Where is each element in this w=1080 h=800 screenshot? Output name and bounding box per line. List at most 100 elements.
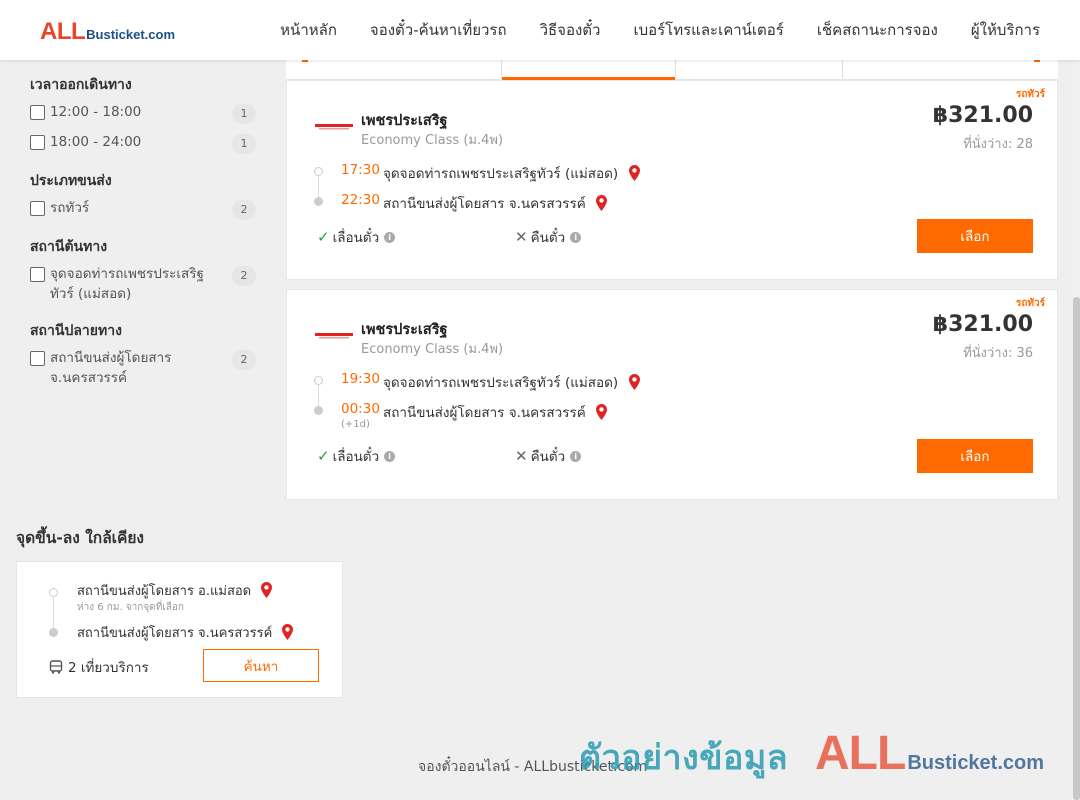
filter-title-origin: สถานีต้นทาง (30, 239, 108, 255)
arrival-dot (314, 406, 323, 415)
filter-label: จุดจอดท่ารถเพชรประเสริฐทัวร์ (แม่สอด) (50, 266, 204, 302)
sort-tab-divider (675, 60, 676, 78)
select-trip-button[interactable]: เลือก (917, 439, 1033, 473)
departure-dot (314, 167, 323, 176)
map-pin-icon[interactable] (596, 195, 608, 211)
site-logo[interactable]: ALL Busticket.com (40, 18, 175, 46)
arrival-time: 00:30 (341, 401, 380, 417)
map-pin-icon[interactable] (628, 165, 640, 181)
departure-dot (49, 588, 58, 597)
scrollbar-thumb[interactable] (1073, 297, 1080, 800)
cross-icon: ✕ (515, 228, 528, 246)
filter-checkbox[interactable] (30, 351, 45, 366)
cross-icon: ✕ (515, 447, 528, 465)
reschedule-policy[interactable]: ✓ เลื่อนตั๋ว i (317, 226, 396, 248)
seats-available: ที่นั่งว่าง: 36 (963, 346, 1033, 361)
nearby-to-stop[interactable]: สถานีขนส่งผู้โดยสาร จ.นครสวรรค์ (77, 622, 294, 643)
filter-label: 12:00 - 18:00 (50, 104, 142, 120)
operator-logo-icon (315, 124, 353, 130)
watermark-logo: ALL Busticket.com (815, 726, 1044, 781)
reschedule-label: เลื่อนตั๋ว (332, 449, 380, 465)
check-icon: ✓ (317, 228, 330, 246)
watermark-logo-busticket: Busticket.com (907, 752, 1045, 774)
map-pin-icon[interactable] (596, 404, 608, 420)
select-trip-button[interactable]: เลือก (917, 219, 1033, 253)
bus-class: Economy Class (ม.4พ) (361, 342, 504, 357)
watermark-logo-all: ALL (815, 727, 906, 780)
nav-phone-counter[interactable]: เบอร์โทรและเคาน์เตอร์ (633, 18, 783, 42)
filter-checkbox[interactable] (30, 135, 45, 150)
departure-stop-name: จุดจอดท่ารถเพชรประเสริฐทัวร์ (แม่สอด) (383, 375, 619, 391)
info-icon[interactable]: i (570, 231, 582, 243)
bus-class: Economy Class (ม.4พ) (361, 133, 504, 148)
map-pin-icon[interactable] (628, 374, 640, 390)
refund-policy[interactable]: ✕ คืนตั๋ว i (515, 226, 582, 248)
sort-tab-divider (501, 60, 502, 78)
filter-checkbox[interactable] (30, 201, 45, 216)
nav-how-to-book[interactable]: วิธีจองตั๋ว (540, 18, 601, 42)
nearby-search-button[interactable]: ค้นหา (203, 649, 319, 682)
filter-option[interactable]: สถานีขนส่งผู้โดยสาร จ.นครสวรรค์ 2 (30, 348, 256, 388)
arrival-stop[interactable]: สถานีขนส่งผู้โดยสาร จ.นครสวรรค์ (383, 401, 608, 423)
site-header: ALL Busticket.com หน้าหลัก จองตั๋ว-ค้นหา… (0, 0, 1080, 60)
filter-option[interactable]: 18:00 - 24:00 1 (30, 132, 256, 154)
info-icon[interactable]: i (570, 450, 582, 462)
filter-count: 1 (232, 134, 256, 154)
nearby-trip-count: 2 เที่ยวบริการ (49, 656, 149, 678)
main-nav: หน้าหลัก จองตั๋ว-ค้นหาเที่ยวรถ วิธีจองตั… (280, 0, 1040, 60)
departure-dot (314, 376, 323, 385)
filter-count: 1 (232, 104, 256, 124)
next-day-indicator: (+1d) (341, 419, 370, 430)
map-pin-icon[interactable] (261, 582, 273, 598)
logo-all: ALL (40, 18, 86, 45)
filter-count: 2 (232, 200, 256, 220)
arrival-stop[interactable]: สถานีขนส่งผู้โดยสาร จ.นครสวรรค์ (383, 192, 608, 214)
arrival-dot (314, 197, 323, 206)
filter-count: 2 (232, 350, 256, 370)
logo-busticket: Busticket.com (86, 27, 176, 42)
filter-option[interactable]: รถทัวร์ 2 (30, 198, 256, 220)
reschedule-label: เลื่อนตั๋ว (332, 230, 380, 246)
arrival-dot (49, 628, 58, 637)
refund-label: คืนตั๋ว (530, 449, 566, 465)
nav-book-search[interactable]: จองตั๋ว-ค้นหาเที่ยวรถ (370, 18, 507, 42)
departure-stop[interactable]: จุดจอดท่ารถเพชรประเสริฐทัวร์ (แม่สอด) (383, 371, 640, 393)
filter-checkbox[interactable] (30, 105, 45, 120)
nearby-from-stop[interactable]: สถานีขนส่งผู้โดยสาร อ.แม่สอด (77, 580, 273, 601)
nav-operators[interactable]: ผู้ให้บริการ (971, 18, 1040, 42)
nearby-distance: ห่าง 6 กม. จากจุดที่เลือก (77, 602, 184, 613)
transport-type-tag: รถทัวร์ (1015, 298, 1045, 309)
departure-stop-name: จุดจอดท่ารถเพชรประเสริฐทัวร์ (แม่สอด) (383, 166, 619, 182)
operator-logo-icon (315, 333, 353, 339)
nav-check-booking[interactable]: เช็คสถานะการจอง (817, 18, 938, 42)
info-icon[interactable]: i (384, 450, 396, 462)
sort-tabs[interactable] (286, 58, 1058, 80)
nav-home[interactable]: หน้าหลัก (280, 18, 337, 42)
reschedule-policy[interactable]: ✓ เลื่อนตั๋ว i (317, 445, 396, 467)
filter-option[interactable]: จุดจอดท่ารถเพชรประเสริฐทัวร์ (แม่สอด) 2 (30, 264, 256, 304)
filter-count: 2 (232, 266, 256, 286)
departure-time: 17:30 (341, 162, 380, 178)
map-pin-icon[interactable] (282, 624, 294, 640)
nearby-trip-count-label: 2 เที่ยวบริการ (68, 660, 149, 676)
filter-title-departure-time: เวลาออกเดินทาง (30, 77, 132, 93)
filter-title-destination: สถานีปลายทาง (30, 323, 122, 339)
departure-stop[interactable]: จุดจอดท่ารถเพชรประเสริฐทัวร์ (แม่สอด) (383, 162, 640, 184)
arrival-stop-name: สถานีขนส่งผู้โดยสาร จ.นครสวรรค์ (383, 196, 586, 212)
route-line (53, 592, 54, 630)
trip-card: รถทัวร์ เพชรประเสริฐ Economy Class (ม.4พ… (286, 80, 1058, 280)
refund-label: คืนตั๋ว (530, 230, 566, 246)
filter-label: สถานีขนส่งผู้โดยสาร จ.นครสวรรค์ (50, 350, 172, 386)
nearby-section-title: จุดขึ้น-ลง ใกล้เคียง (16, 529, 145, 547)
filter-panel: เวลาออกเดินทาง 12:00 - 18:00 1 18:00 - 2… (30, 74, 256, 396)
filter-option[interactable]: 12:00 - 18:00 1 (30, 102, 256, 124)
filter-label: รถทัวร์ (50, 200, 90, 216)
refund-policy[interactable]: ✕ คืนตั๋ว i (515, 445, 582, 467)
filter-checkbox[interactable] (30, 267, 45, 282)
arrival-time: 22:30 (341, 192, 380, 208)
nearby-to-name: สถานีขนส่งผู้โดยสาร จ.นครสวรรค์ (77, 626, 273, 641)
check-icon: ✓ (317, 447, 330, 465)
ticket-price: ฿321.00 (932, 312, 1033, 337)
watermark-sample-text: ตัวอย่างข้อมูล (579, 738, 789, 778)
info-icon[interactable]: i (384, 231, 396, 243)
